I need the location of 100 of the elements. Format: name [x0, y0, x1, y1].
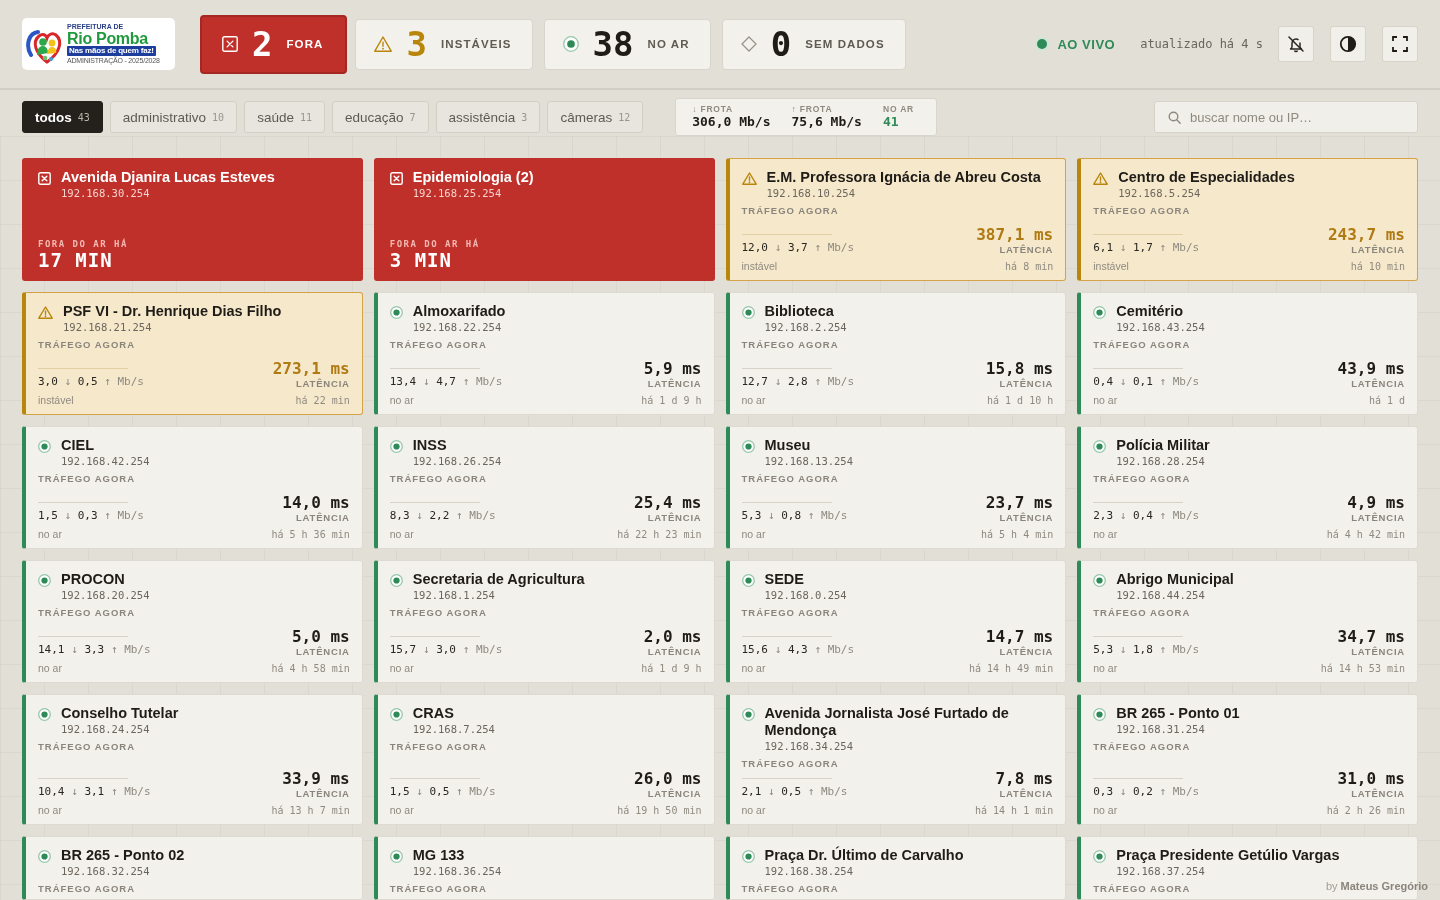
- latency-value: 15,8 ms: [985, 360, 1054, 378]
- theme-button[interactable]: [1330, 26, 1366, 62]
- filter-chip[interactable]: câmeras 12: [547, 101, 644, 133]
- latency-label: LATÊNCIA: [1351, 646, 1405, 657]
- filter-chip[interactable]: assistência 3: [435, 101, 541, 133]
- status-text: instável: [741, 260, 778, 273]
- filter-chip[interactable]: administrativo 10: [109, 101, 238, 133]
- latency-value: 243,7 ms: [1327, 226, 1405, 244]
- traffic-reading: 5,3 ↓ 0,8 ↑ Mb/s: [741, 509, 848, 523]
- search-field[interactable]: buscar nome ou IP…: [1154, 101, 1418, 133]
- latency-value: 5,0 ms: [291, 628, 350, 646]
- diamond-icon: [740, 36, 757, 52]
- filter-chip[interactable]: todos 43: [22, 101, 103, 133]
- ip-address: 192.168.38.254: [764, 864, 853, 879]
- filter-chip[interactable]: educação 7: [331, 101, 429, 133]
- ring-dot-icon: [1093, 440, 1107, 453]
- traffic-reading: 2,3 ↓ 0,4 ↑ Mb/s: [1093, 509, 1200, 523]
- time-since: há 22 h 23 min: [617, 528, 702, 541]
- latency-label: LATÊNCIA: [999, 788, 1054, 799]
- ip-address: 192.168.21.254: [63, 320, 152, 335]
- ip-address: 192.168.24.254: [61, 722, 150, 737]
- status-label: FORA: [286, 38, 324, 50]
- traffic-reading: 12,7 ↓ 2,8 ↑ Mb/s: [741, 375, 855, 389]
- ring-dot-icon: [38, 850, 51, 863]
- ip-address: 192.168.20.254: [61, 588, 150, 603]
- latency-value: 43,9 ms: [1337, 360, 1405, 378]
- ip-address: 192.168.43.254: [1116, 320, 1205, 335]
- latency-value: 34,7 ms: [1337, 628, 1405, 646]
- status-text: no ar: [1093, 804, 1118, 817]
- status-label: NO AR: [647, 38, 690, 50]
- ring-dot-icon: [741, 440, 755, 453]
- latency-value: 23,7 ms: [985, 494, 1054, 512]
- ip-address: 192.168.37.254: [1116, 864, 1205, 879]
- contrast-icon: [1339, 35, 1357, 53]
- latency-value: 5,9 ms: [643, 360, 702, 378]
- ring-dot-icon: [38, 708, 51, 721]
- status-text: no ar: [389, 394, 414, 407]
- traffic-label: TRÁFEGO AGORA: [1093, 339, 1191, 351]
- traffic-reading: 5,3 ↓ 1,8 ↑ Mb/s: [1093, 643, 1200, 657]
- warning-icon: [1093, 172, 1109, 185]
- device-name: INSS: [412, 437, 447, 454]
- filter-chip[interactable]: saúde 11: [244, 101, 325, 133]
- device-name: E.M. Professora Ignácia de Abreu Costa: [766, 169, 1041, 186]
- latency-value: 26,0 ms: [634, 770, 702, 788]
- traffic-label: TRÁFEGO AGORA: [1093, 607, 1191, 619]
- latency-value: 4,9 ms: [1347, 494, 1405, 512]
- latency-value: 14,7 ms: [985, 628, 1054, 646]
- ring-dot-icon: [1093, 850, 1107, 863]
- time-since: há 1 d 10 h: [987, 394, 1054, 407]
- traffic-label: TRÁFEGO AGORA: [389, 883, 487, 895]
- logo-title: Rio Pomba: [67, 31, 148, 46]
- latency-value: 7,8 ms: [995, 770, 1054, 788]
- summary-value: 306,0 Mb/s: [692, 114, 771, 130]
- device-name: Secretaria de Agricultura: [412, 571, 585, 588]
- latency-label: LATÊNCIA: [296, 646, 350, 657]
- fullscreen-button[interactable]: [1382, 26, 1418, 62]
- ring-dot-icon: [389, 306, 403, 319]
- ring-dot-icon: [1093, 306, 1107, 319]
- device-name: Biblioteca: [764, 303, 834, 320]
- latency-label: LATÊNCIA: [647, 646, 702, 657]
- warning-icon: [741, 172, 757, 185]
- traffic-label: TRÁFEGO AGORA: [741, 607, 839, 619]
- ring-dot-icon: [389, 440, 403, 453]
- ip-address: 192.168.13.254: [764, 454, 853, 469]
- latency-label: LATÊNCIA: [647, 788, 702, 799]
- ip-address: 192.168.22.254: [412, 320, 502, 335]
- device-name: Conselho Tutelar: [61, 705, 179, 722]
- latency-label: LATÊNCIA: [1351, 512, 1405, 523]
- device-name: Avenida Djanira Lucas Esteves: [61, 169, 275, 186]
- time-since: há 5 h 36 min: [271, 528, 350, 541]
- time-since: há 1 d: [1368, 394, 1405, 407]
- device-name: PROCON: [61, 571, 125, 588]
- ring-dot-icon: [741, 574, 755, 587]
- device-name: Museu: [764, 437, 811, 454]
- ring-dot-icon: [741, 708, 755, 721]
- traffic-label: TRÁFEGO AGORA: [38, 741, 136, 753]
- traffic-label: TRÁFEGO AGORA: [389, 607, 487, 619]
- status-text: instável: [1093, 260, 1129, 273]
- ip-address: 192.168.7.254: [412, 722, 495, 737]
- latency-label: LATÊNCIA: [647, 378, 702, 389]
- ring-dot-icon: [562, 36, 579, 52]
- ip-address: 192.168.30.254: [61, 186, 150, 201]
- latency-label: LATÊNCIA: [296, 378, 350, 389]
- time-since: há 4 h 58 min: [271, 662, 350, 675]
- device-name: CIEL: [61, 437, 95, 454]
- status-text: no ar: [741, 394, 766, 407]
- summary-label: ↓ FROTA: [692, 104, 735, 114]
- ip-address: 192.168.0.254: [764, 588, 847, 603]
- status-text: no ar: [389, 804, 414, 817]
- update-time: atualizado há 4 s: [1140, 37, 1263, 51]
- mute-button[interactable]: [1278, 26, 1314, 62]
- traffic-reading: 0,4 ↓ 0,1 ↑ Mb/s: [1093, 375, 1200, 389]
- ip-address: 192.168.25.254: [412, 186, 502, 201]
- traffic-reading: 3,0 ↓ 0,5 ↑ Mb/s: [38, 375, 144, 389]
- x-square-icon: [389, 172, 403, 185]
- device-name: Praça Presidente Getúlio Vargas: [1116, 847, 1340, 864]
- ring-dot-icon: [741, 306, 755, 319]
- bell-off-icon: [1287, 35, 1305, 53]
- time-since: há 13 h 7 min: [271, 804, 350, 817]
- latency-value: 33,9 ms: [282, 770, 350, 788]
